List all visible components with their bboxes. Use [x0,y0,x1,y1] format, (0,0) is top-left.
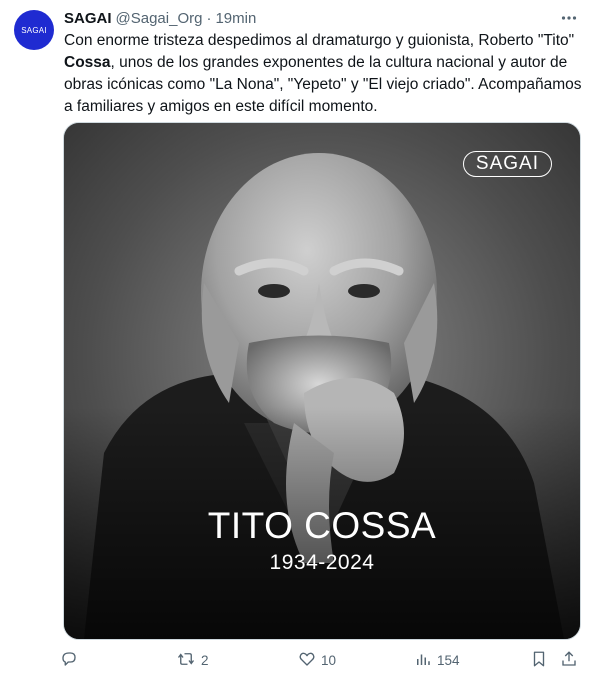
bookmark-button[interactable] [530,648,548,672]
reply-icon [60,650,78,671]
retweet-count: 2 [201,652,209,668]
tweet-actions: 2 10 154 [56,648,586,672]
tweet-image[interactable]: SAGAI TITO COSSA 1934-2024 [63,122,581,640]
timestamp[interactable]: 19min [215,10,256,27]
tweet-text-bold: Cossa [64,54,111,71]
views-count: 154 [437,652,460,668]
more-options-icon[interactable] [559,8,579,28]
views-button[interactable]: 154 [414,648,460,672]
heart-icon [298,650,316,671]
avatar-label: SAGAI [21,25,47,35]
tweet-text: Con enorme tristeza despedimos al dramat… [64,30,584,118]
share-icon [560,650,578,671]
brand-badge: SAGAI [462,151,552,177]
author-handle[interactable]: @Sagai_Org [116,10,203,27]
views-icon [414,650,432,671]
retweet-icon [176,650,196,671]
tweet: SAGAI SAGAI @Sagai_Org · 19min Con enorm… [0,0,595,679]
tweet-header: SAGAI @Sagai_Org · 19min [64,8,579,28]
tweet-text-part2: , unos de los grandes exponentes de la c… [64,54,582,115]
memorial-years: 1934-2024 [269,551,375,574]
share-button[interactable] [560,648,578,672]
like-count: 10 [321,652,337,668]
separator-dot: · [206,9,212,27]
bookmark-icon [530,650,548,671]
reply-button[interactable] [60,648,78,672]
memorial-name: TITO COSSA [207,505,437,546]
avatar[interactable]: SAGAI [14,10,54,50]
retweet-button[interactable]: 2 [176,648,209,672]
tweet-text-part1: Con enorme tristeza despedimos al dramat… [64,32,575,49]
author-name[interactable]: SAGAI [64,10,112,27]
like-button[interactable]: 10 [298,648,336,672]
